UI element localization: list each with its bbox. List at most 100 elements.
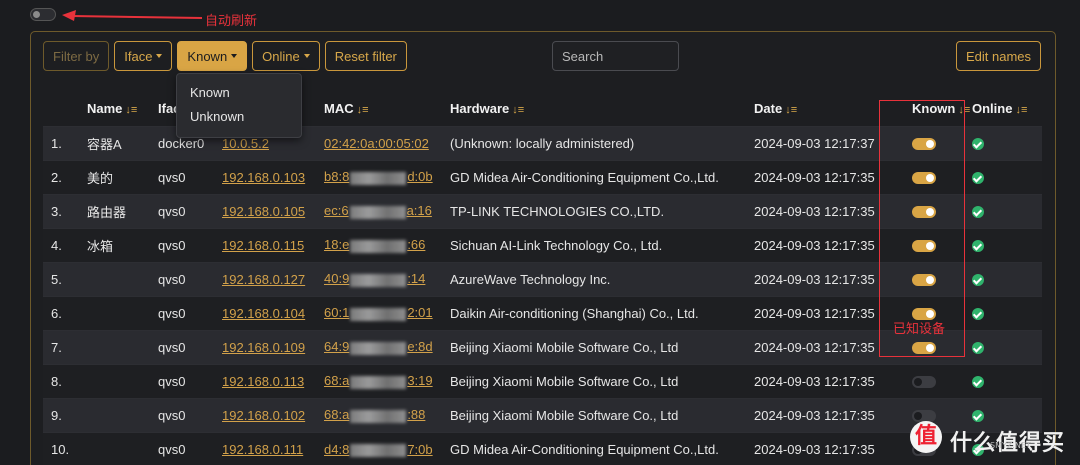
row-index: 7.: [43, 329, 87, 364]
mac-prefix: ec:6: [324, 203, 349, 219]
row-index: 9.: [43, 397, 87, 432]
mac-suffix: :66: [407, 237, 426, 253]
ip-link[interactable]: 192.168.0.111: [222, 442, 303, 457]
device-iface: qvs0: [158, 193, 222, 228]
device-hardware: GD Midea Air-Conditioning Equipment Co.,…: [450, 431, 754, 465]
redacted-blur: [350, 443, 407, 457]
known-toggle[interactable]: [912, 376, 936, 389]
col-hardware[interactable]: Hardware ↓≡: [450, 92, 754, 126]
caret-down-icon: [231, 54, 238, 58]
caret-down-icon: [156, 54, 163, 58]
row-index: 10.: [43, 431, 87, 465]
row-index: 8.: [43, 363, 87, 398]
device-hardware: TP-LINK TECHNOLOGIES CO.,LTD.: [450, 193, 754, 228]
online-filter-button[interactable]: Online: [252, 41, 320, 71]
menu-item-unknown[interactable]: Unknown: [177, 105, 301, 129]
col-online[interactable]: Online ↓≡: [972, 92, 1042, 126]
online-check-icon: [972, 206, 984, 219]
mac-suffix: 2:01: [407, 305, 433, 321]
online-check-icon: [972, 274, 984, 287]
mac-suffix: :88: [407, 407, 426, 423]
ip-link[interactable]: 192.168.0.115: [222, 238, 304, 253]
sort-icon: ↓≡: [125, 104, 138, 117]
device-date: 2024-09-03 12:17:35: [754, 227, 895, 262]
col-date-label: Date: [754, 101, 783, 117]
redacted-blur: [350, 239, 407, 253]
device-name: 路由器: [87, 193, 158, 228]
iface-filter-label: Iface: [124, 48, 153, 64]
filter-toolbar: Filter by Iface Known Online Reset filte…: [43, 41, 407, 71]
online-filter-label: Online: [262, 48, 300, 64]
mac-prefix: b8:8: [324, 169, 350, 185]
device-name: 冰箱: [87, 227, 158, 262]
redacted-blur: [349, 205, 406, 219]
menu-item-known[interactable]: Known: [177, 81, 301, 105]
device-date: 2024-09-03 12:17:35: [754, 295, 895, 330]
device-name: [87, 261, 158, 296]
mac-prefix: 68:a: [324, 407, 350, 423]
device-iface: qvs0: [158, 363, 222, 398]
mac-link[interactable]: 60:1 2:01: [324, 305, 433, 321]
table-row[interactable]: 9. qvs0 192.168.0.102 68:a:88 Beijing Xiaomi…: [43, 397, 1042, 432]
ip-link[interactable]: 192.168.0.109: [222, 340, 305, 355]
mac-link[interactable]: 68:a :88: [324, 407, 426, 423]
device-iface: qvs0: [158, 261, 222, 296]
reset-filter-button[interactable]: Reset filter: [324, 41, 407, 71]
redacted-blur: [350, 341, 407, 355]
device-hardware: Sichuan AI-Link Technology Co., Ltd.: [450, 227, 754, 262]
device-name: [87, 329, 158, 364]
ip-link[interactable]: 192.168.0.113: [222, 374, 304, 389]
redacted-blur: [350, 375, 407, 389]
col-online-label: Online: [972, 101, 1013, 117]
mac-link[interactable]: d4:8 7:0b: [324, 442, 433, 457]
ip-link[interactable]: 192.168.0.105: [222, 204, 305, 219]
device-name: [87, 397, 158, 432]
row-index: 5.: [43, 261, 87, 296]
mac-link[interactable]: 18:e:66: [324, 237, 426, 253]
known-filter-button[interactable]: Known: [177, 41, 248, 71]
toggle-knob: [914, 378, 922, 387]
ip-link[interactable]: 192.168.0.127: [222, 272, 305, 287]
col-mac[interactable]: MAC ↓≡: [324, 92, 450, 126]
edit-names-button[interactable]: Edit names: [956, 41, 1042, 71]
redacted-blur: [350, 409, 407, 423]
col-index: [43, 92, 87, 126]
device-hardware: (Unknown: locally administered): [450, 125, 754, 160]
mac-prefix: 40:9: [324, 271, 350, 287]
search-input[interactable]: [552, 41, 679, 71]
known-filter-label: Known: [187, 48, 228, 64]
mac-prefix: 68:a: [324, 373, 350, 389]
mac-link[interactable]: 02:42:0a:00:05:02: [324, 136, 429, 151]
mac-link[interactable]: b8:8 d:0b: [324, 169, 433, 185]
table-row[interactable]: 10. qvs0 192.168.0.111 d4:8 7:0b GD Midea Air…: [43, 431, 1042, 465]
sort-icon: ↓≡: [356, 104, 369, 117]
online-check-icon: [972, 240, 984, 253]
mac-link[interactable]: 64:9 e:8d: [324, 339, 433, 355]
mac-link[interactable]: 40:9:14: [324, 271, 425, 287]
iface-filter-button[interactable]: Iface: [114, 41, 173, 71]
redacted-blur: [350, 273, 407, 287]
redacted-blur: [350, 171, 407, 185]
watermark-small-text: SMYZ.NET: [990, 441, 1031, 450]
online-check-icon: [972, 376, 984, 389]
ip-link[interactable]: 192.168.0.104: [222, 306, 305, 321]
col-name[interactable]: Name ↓≡: [87, 92, 158, 126]
row-index: 6.: [43, 295, 87, 330]
device-iface: qvs0: [158, 329, 222, 364]
table-row[interactable]: 8. qvs0 192.168.0.113 68:a 3:19 Beijing Xiaom…: [43, 363, 1042, 398]
device-hardware: Daikin Air-conditioning (Shanghai) Co., …: [450, 295, 754, 330]
col-date[interactable]: Date ↓≡: [754, 92, 895, 126]
mac-prefix: d4:8: [324, 441, 350, 457]
row-index: 3.: [43, 193, 87, 228]
watermark: 值 什么值得买 SMYZ.NET: [910, 419, 1070, 459]
device-date: 2024-09-03 12:17:35: [754, 261, 895, 296]
mac-link[interactable]: 68:a 3:19: [324, 373, 433, 389]
device-date: 2024-09-03 12:17:35: [754, 193, 895, 228]
sort-icon: ↓≡: [1015, 104, 1028, 117]
watermark-logo: 值: [910, 421, 942, 453]
ip-link[interactable]: 192.168.0.103: [222, 170, 305, 185]
mac-link[interactable]: ec:6 a:16: [324, 203, 432, 219]
mac-suffix: e:8d: [407, 339, 433, 355]
auto-refresh-toggle[interactable]: [30, 8, 56, 21]
ip-link[interactable]: 192.168.0.102: [222, 408, 305, 423]
